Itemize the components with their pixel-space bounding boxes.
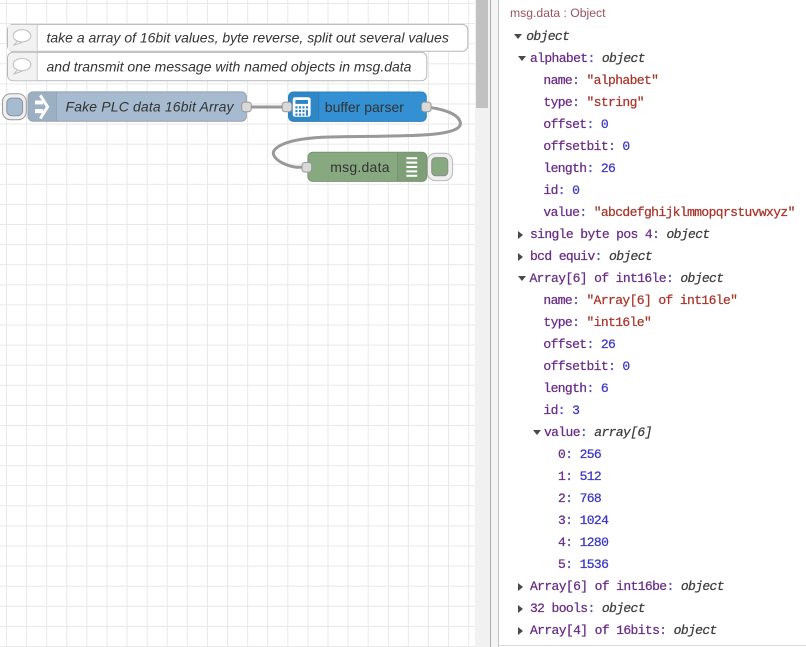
svg-text:take a array of 16bit values,: take a array of 16bit values, byte rever… — [47, 30, 449, 46]
svg-text:buffer parser: buffer parser — [325, 99, 404, 115]
svg-text:msg.data: msg.data — [330, 159, 390, 175]
svg-text:and transmit one message with: and transmit one message with named obje… — [47, 58, 412, 74]
svg-text:Fake PLC data 16bit Array: Fake PLC data 16bit Array — [66, 99, 235, 115]
